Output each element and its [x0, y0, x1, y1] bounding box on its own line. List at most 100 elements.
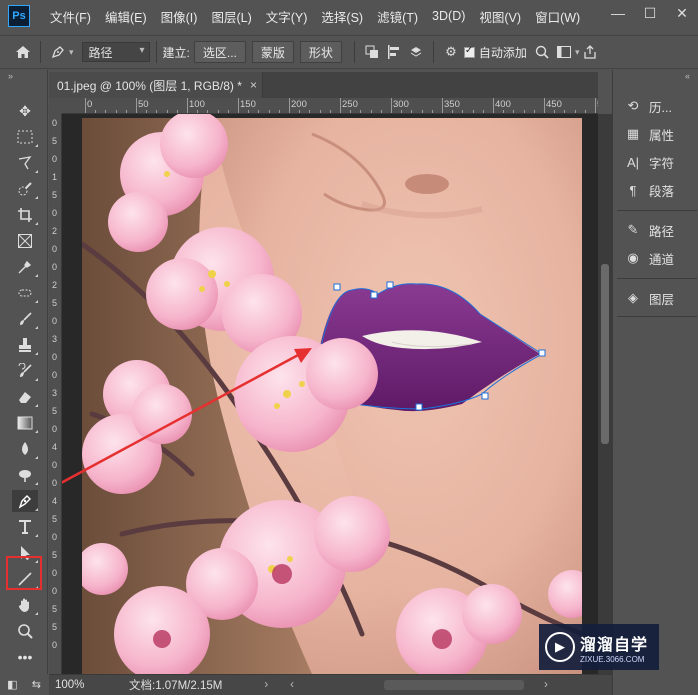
auto-add-label: 自动添加	[478, 45, 527, 60]
ruler-label: 5	[52, 514, 58, 524]
menu-file[interactable]: 文件(F)	[50, 7, 91, 26]
pen-tool-icon[interactable]	[12, 490, 38, 512]
ruler-label: 0	[52, 244, 58, 254]
menu-type[interactable]: 文字(Y)	[266, 7, 308, 26]
ruler-tick	[238, 98, 239, 113]
pen-tool-preset-icon[interactable]	[47, 41, 69, 63]
ruler-origin[interactable]	[49, 98, 62, 114]
maximize-button[interactable]: ☐	[634, 0, 666, 26]
swap-colors-icon[interactable]: ⇆	[32, 678, 41, 691]
panel-history[interactable]: ⟲ 历...	[623, 94, 695, 118]
document-size[interactable]: 文档:1.07M/2.15M	[129, 677, 222, 693]
quick-selection-tool-icon[interactable]	[12, 178, 38, 200]
menu-select[interactable]: 选择(S)	[321, 7, 363, 26]
chevron-right-icon[interactable]: ›	[264, 679, 268, 691]
paths-icon: ✎	[627, 222, 639, 237]
watermark-url: ZIXUE.3066.COM	[580, 654, 645, 664]
channels-icon: ◉	[627, 250, 639, 265]
ruler-tick	[340, 98, 341, 113]
share-icon[interactable]	[579, 41, 601, 63]
scroll-right-icon[interactable]: ›	[544, 679, 548, 691]
menu-layer[interactable]: 图层(L)	[211, 7, 251, 26]
workspace-icon[interactable]	[553, 41, 575, 63]
panel-channels[interactable]: ◉ 通道	[623, 246, 695, 270]
healing-brush-tool-icon[interactable]	[12, 282, 38, 304]
hand-tool-icon[interactable]	[12, 594, 38, 616]
watermark: ▶ 溜溜自学 ZIXUE.3066.COM	[539, 624, 659, 670]
menu-view[interactable]: 视图(V)	[479, 7, 521, 26]
history-brush-tool-icon[interactable]	[12, 360, 38, 382]
panel-properties[interactable]: ▦ 属性	[623, 122, 695, 146]
lasso-tool-icon[interactable]	[12, 152, 38, 174]
more-tools-icon[interactable]: •••	[12, 646, 38, 668]
chevron-down-icon[interactable]: ▾	[69, 47, 74, 58]
make-mask-button[interactable]: 蒙版	[251, 41, 294, 63]
menu-3d[interactable]: 3D(D)	[432, 9, 465, 23]
paragraph-icon: ¶	[629, 182, 637, 198]
brush-tool-icon[interactable]	[12, 308, 38, 330]
ruler-label: 450	[546, 99, 562, 110]
path-operations-icon[interactable]	[361, 41, 383, 63]
ruler-label: 5	[52, 406, 58, 416]
panel-label: 段落	[649, 184, 675, 199]
default-colors-icon[interactable]: ◧	[7, 678, 17, 691]
collapse-icon[interactable]: »	[0, 70, 47, 84]
eraser-tool-icon[interactable]	[12, 386, 38, 408]
move-tool-icon[interactable]: ✥	[12, 100, 38, 122]
clone-stamp-tool-icon[interactable]	[12, 334, 38, 356]
zoom-level[interactable]: 100%	[55, 679, 115, 691]
pen-tool-highlight	[6, 556, 42, 590]
ruler-label: 5	[52, 136, 58, 146]
close-icon[interactable]: ×	[250, 78, 257, 92]
scroll-left-icon[interactable]: ‹	[290, 679, 294, 691]
layers-icon: ◈	[628, 290, 638, 305]
type-tool-icon[interactable]	[12, 516, 38, 538]
properties-icon: ▦	[626, 126, 640, 141]
zoom-tool-icon[interactable]	[12, 620, 38, 642]
menu-edit[interactable]: 编辑(E)	[105, 7, 147, 26]
menu-image[interactable]: 图像(I)	[161, 7, 198, 26]
play-icon: ▶	[545, 632, 575, 662]
tool-mode-dropdown[interactable]: 路径 ▾	[81, 42, 150, 62]
gear-icon[interactable]: ⚙	[440, 41, 462, 63]
canvas[interactable]	[62, 114, 598, 674]
vertical-scrollbar[interactable]	[598, 114, 612, 674]
expand-panels-icon[interactable]: «	[613, 70, 698, 84]
ruler-label: 0	[52, 370, 58, 380]
ruler-label: 3	[52, 334, 58, 344]
panel-paths[interactable]: ✎ 路径	[623, 218, 695, 242]
make-shape-button[interactable]: 形状	[299, 41, 342, 63]
scrollbar-thumb[interactable]	[601, 264, 609, 444]
ruler-tick	[493, 98, 494, 113]
path-arrangement-icon[interactable]	[405, 41, 427, 63]
menu-window[interactable]: 窗口(W)	[535, 7, 580, 26]
ruler-label: 4	[52, 442, 58, 452]
path-alignment-icon[interactable]	[383, 41, 405, 63]
auto-add-delete-checkbox[interactable]	[463, 45, 475, 58]
blur-tool-icon[interactable]	[12, 438, 38, 460]
vertical-ruler[interactable]: 0 5 0 1 5 0 2 0 0 2 5 0 3 0 0 3 5 0 4 0 0 4 5 0 5 0 0 5 5 0	[49, 114, 62, 674]
gradient-tool-icon[interactable]	[12, 412, 38, 434]
options-bar: ▾ 路径 ▾ 建立: 选区... 蒙版 形状 ⚙ 自动添加 ▾	[0, 35, 698, 69]
panel-layers[interactable]: ◈ 图层	[623, 286, 695, 310]
eyedropper-tool-icon[interactable]	[12, 256, 38, 278]
crop-tool-icon[interactable]	[12, 204, 38, 226]
frame-tool-icon[interactable]	[12, 230, 38, 252]
ruler-label: 200	[291, 99, 307, 110]
horizontal-scrollbar[interactable]	[384, 680, 525, 690]
ruler-tick	[136, 98, 137, 113]
document-tab[interactable]: 01.jpeg @ 100% (图层 1, RGB/8) * ×	[49, 72, 263, 98]
dodge-tool-icon[interactable]	[12, 464, 38, 486]
menu-filter[interactable]: 滤镜(T)	[377, 7, 418, 26]
make-selection-button[interactable]: 选区...	[193, 41, 246, 63]
ruler-label: 3	[52, 388, 58, 398]
ruler-label: 50	[138, 99, 149, 110]
panel-paragraph[interactable]: ¶ 段落	[623, 178, 695, 202]
marquee-tool-icon[interactable]	[12, 126, 38, 148]
home-icon[interactable]	[12, 41, 34, 63]
search-icon[interactable]	[531, 41, 553, 63]
horizontal-ruler[interactable]: 0 50 100 150 200 250 300 350 400 450 500	[62, 98, 598, 114]
minimize-button[interactable]: —	[602, 0, 634, 26]
close-window-button[interactable]: ✕	[666, 0, 698, 26]
panel-character[interactable]: A| 字符	[623, 150, 695, 174]
